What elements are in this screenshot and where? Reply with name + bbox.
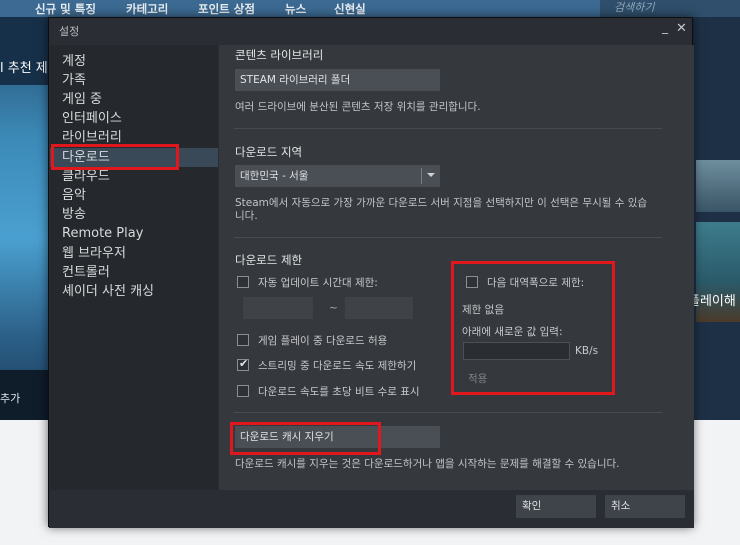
sidebar-item-in-game[interactable]: 게임 중 xyxy=(62,90,102,109)
chevron-down-icon xyxy=(427,173,435,177)
store-nav-news[interactable]: 뉴스 xyxy=(285,1,306,17)
auto-update-window-checkbox[interactable] xyxy=(237,276,249,288)
store-right-banner-label: 플레이해 xyxy=(688,294,736,309)
downloads-settings-panel: 콘텐츠 라이브러리 STEAM 라이브러리 폴더 여러 드라이브에 분산된 콘텐… xyxy=(219,45,694,490)
cancel-button[interactable]: 취소 xyxy=(605,495,685,518)
sidebar-item-controller[interactable]: 컨트롤러 xyxy=(62,263,110,282)
checkmark-icon: ✔ xyxy=(239,357,249,370)
sidebar-item-interface[interactable]: 인터페이스 xyxy=(62,109,122,128)
dialog-title: 설정 xyxy=(59,25,80,38)
sidebar-item-music[interactable]: 음악 xyxy=(62,186,86,205)
dialog-footer: 확인 취소 xyxy=(49,490,694,528)
clear-cache-description: 다운로드 캐시를 지우는 것은 다운로드하거나 앱을 시작하는 문제를 해결할 … xyxy=(235,458,620,470)
sidebar-item-broadcast[interactable]: 방송 xyxy=(62,205,86,224)
ok-button[interactable]: 확인 xyxy=(516,495,596,518)
auto-update-start-time-field[interactable] xyxy=(243,297,313,319)
section-title-download-limits: 다운로드 제한 xyxy=(235,253,303,267)
settings-dialog: 설정 _ ✕ 계정 가족 게임 중 인터페이스 라이브러리 다운로드 클라우드 … xyxy=(48,17,694,528)
section-title-content-library: 콘텐츠 라이브러리 xyxy=(235,48,324,62)
separator xyxy=(234,412,662,413)
highlight-box-downloads xyxy=(51,144,179,170)
minimize-icon[interactable]: _ xyxy=(662,20,668,34)
sidebar-item-account[interactable]: 계정 xyxy=(62,52,86,71)
download-region-select[interactable]: 대한민국 - 서울 xyxy=(235,165,440,187)
download-region-description: Steam에서 자동으로 가장 가까운 다운로드 서버 지점을 선택하지만 이 … xyxy=(235,197,648,222)
store-nav-labs[interactable]: 신현실 xyxy=(334,1,366,17)
content-library-description: 여러 드라이브에 분산된 콘텐츠 저장 위치를 관리합니다. xyxy=(235,101,481,113)
store-left-banner-label: l 추천 제 xyxy=(0,61,48,76)
show-bits-label: 다운로드 속도를 초당 비트 수로 표시 xyxy=(258,386,420,398)
select-divider xyxy=(421,168,422,184)
dialog-titlebar[interactable]: 설정 _ ✕ xyxy=(49,18,692,44)
store-right-panel xyxy=(692,17,740,420)
store-search-input[interactable]: 검색하기 xyxy=(600,0,740,17)
store-left-footer-label: 추가 xyxy=(0,392,21,405)
settings-sidebar: 계정 가족 게임 중 인터페이스 라이브러리 다운로드 클라우드 음악 방송 R… xyxy=(50,45,218,490)
throttle-streaming-checkbox[interactable]: ✔ xyxy=(237,357,249,371)
auto-update-end-time-field[interactable] xyxy=(345,297,413,319)
allow-during-gameplay-checkbox[interactable] xyxy=(237,334,249,346)
section-title-download-region: 다운로드 지역 xyxy=(235,145,303,159)
sidebar-item-shader-precache[interactable]: 셰이더 사전 캐싱 xyxy=(62,282,154,301)
highlight-box-bandwidth xyxy=(451,261,615,395)
throttle-streaming-label: 스트리밍 중 다운로드 속도 제한하기 xyxy=(258,360,417,372)
store-nav-categories[interactable]: 카테고리 xyxy=(126,1,168,17)
store-right-thumbnail[interactable] xyxy=(696,160,740,212)
highlight-box-clear-cache xyxy=(230,422,381,455)
sidebar-item-web-browser[interactable]: 웹 브라우저 xyxy=(62,244,126,263)
store-nav-points[interactable]: 포인트 상점 xyxy=(198,1,255,17)
download-region-value: 대한민국 - 서울 xyxy=(240,170,309,182)
sidebar-item-family[interactable]: 가족 xyxy=(62,71,86,90)
show-bits-checkbox[interactable] xyxy=(237,385,249,397)
separator xyxy=(234,128,662,129)
close-icon[interactable]: ✕ xyxy=(676,21,687,36)
steam-library-folders-button[interactable]: STEAM 라이브러리 폴더 xyxy=(235,69,440,91)
separator xyxy=(234,237,662,238)
auto-update-window-label: 자동 업데이트 시간대 제한: xyxy=(258,277,378,289)
store-nav-new[interactable]: 신규 및 특징 xyxy=(35,1,96,17)
allow-during-gameplay-label: 게임 플레이 중 다운로드 허용 xyxy=(258,335,388,347)
time-range-separator: ~ xyxy=(329,302,338,314)
sidebar-item-remote-play[interactable]: Remote Play xyxy=(62,224,143,243)
